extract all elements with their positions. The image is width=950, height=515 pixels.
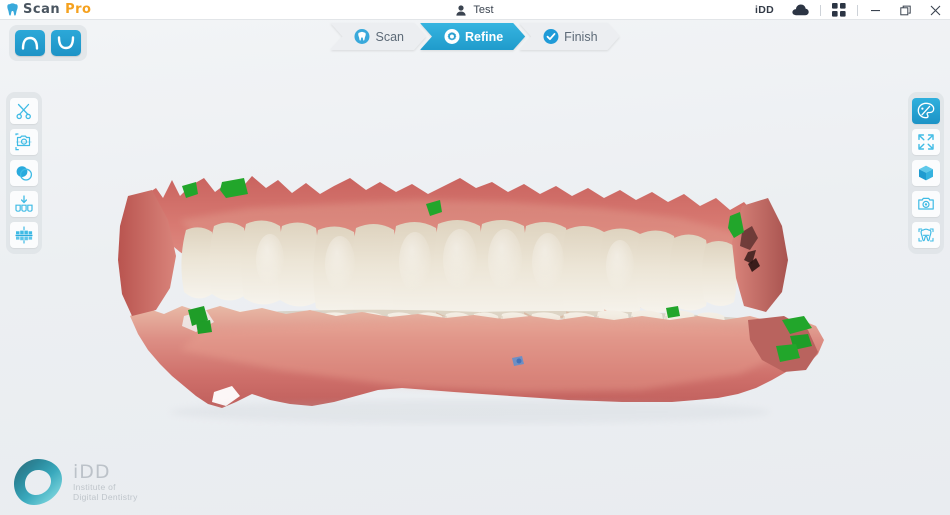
camera-icon bbox=[918, 197, 934, 210]
step-finish-label: Finish bbox=[564, 29, 598, 44]
idd-watermark-line2: Digital Dentistry bbox=[73, 491, 138, 502]
occlusion-tool-button[interactable] bbox=[10, 222, 38, 248]
check-circle-icon bbox=[543, 29, 558, 44]
step-refine-label: Refine bbox=[464, 29, 504, 44]
overlay-tool-button[interactable] bbox=[10, 160, 38, 186]
capture-region-button[interactable] bbox=[10, 129, 38, 155]
title-bar-right: iDD bbox=[746, 0, 950, 20]
screenshot-button[interactable] bbox=[912, 191, 940, 217]
teeth-occlusion-icon bbox=[15, 226, 33, 244]
step-scan-label: Scan bbox=[375, 29, 404, 44]
fullscreen-icon bbox=[918, 134, 934, 150]
tooth-scan-button[interactable] bbox=[912, 222, 940, 248]
step-scan[interactable]: Scan bbox=[330, 23, 426, 50]
lower-arch-icon bbox=[57, 36, 75, 50]
fit-to-screen-button[interactable] bbox=[912, 129, 940, 155]
cube-3d-icon bbox=[919, 165, 933, 181]
idd-watermark-title: iDD bbox=[73, 460, 111, 483]
teeth-align-down-icon bbox=[15, 195, 33, 212]
texture-color-button[interactable] bbox=[912, 98, 940, 124]
step-refine[interactable]: Refine bbox=[420, 23, 525, 50]
grid-apps-icon bbox=[832, 3, 846, 17]
user-icon bbox=[456, 4, 467, 16]
brand-pro-text: Pro bbox=[65, 2, 92, 17]
gear-circle-icon bbox=[444, 29, 459, 44]
close-button[interactable] bbox=[920, 0, 950, 20]
brand-scan-text: Scan bbox=[23, 2, 61, 17]
arch-selector-group bbox=[9, 25, 87, 61]
workflow-steps: Scan Refine Finish bbox=[330, 23, 619, 50]
idd-watermark-text: iDD Institute of Digital Dentistry bbox=[73, 460, 138, 502]
model-shadow bbox=[170, 400, 770, 424]
view-3d-button[interactable] bbox=[912, 160, 940, 186]
tooth-circle-icon bbox=[354, 29, 369, 44]
title-bar: Scan Pro Test iDD bbox=[0, 0, 950, 20]
tooth-scan-icon bbox=[918, 228, 934, 242]
minimize-icon bbox=[870, 9, 880, 11]
overlap-circles-icon bbox=[16, 166, 33, 181]
upper-arch-icon bbox=[21, 36, 39, 50]
trim-tool-button[interactable] bbox=[10, 98, 38, 124]
scissors-trim-icon bbox=[16, 103, 31, 120]
lower-arch-button[interactable] bbox=[51, 30, 81, 56]
app-logo: Scan Pro bbox=[0, 3, 91, 16]
align-bite-button[interactable] bbox=[10, 191, 38, 217]
divider bbox=[857, 4, 858, 16]
cloud-sync-button[interactable] bbox=[783, 0, 818, 20]
idd-triangle-logo bbox=[14, 459, 62, 505]
model-canvas bbox=[118, 176, 824, 424]
scanpro-window: Scan Pro Test iDD Scan Refine Finish iDD… bbox=[0, 0, 950, 515]
idd-label: iDD bbox=[755, 4, 774, 16]
step-finish[interactable]: Finish bbox=[519, 23, 619, 50]
minimize-button[interactable] bbox=[860, 0, 890, 20]
upper-arch-button[interactable] bbox=[15, 30, 45, 56]
tooth-icon bbox=[7, 3, 18, 16]
right-toolbar bbox=[908, 92, 944, 254]
idd-watermark: iDD Institute of Digital Dentistry bbox=[12, 457, 138, 507]
cloud-icon bbox=[792, 4, 809, 16]
user-name-label: Test bbox=[473, 4, 494, 16]
restore-window-icon bbox=[899, 5, 911, 15]
divider bbox=[820, 4, 821, 16]
scan-viewport[interactable]: Scan Refine Finish iDD Institute of Digi… bbox=[0, 20, 950, 515]
apps-grid-button[interactable] bbox=[823, 0, 855, 20]
camera-crop-icon bbox=[15, 133, 32, 151]
palette-icon bbox=[917, 102, 935, 119]
close-icon bbox=[930, 5, 940, 15]
idd-account-button[interactable]: iDD bbox=[746, 0, 783, 20]
dental-arch-3d-scan[interactable] bbox=[0, 20, 950, 515]
left-toolbar bbox=[6, 92, 42, 254]
restore-button[interactable] bbox=[890, 0, 920, 20]
